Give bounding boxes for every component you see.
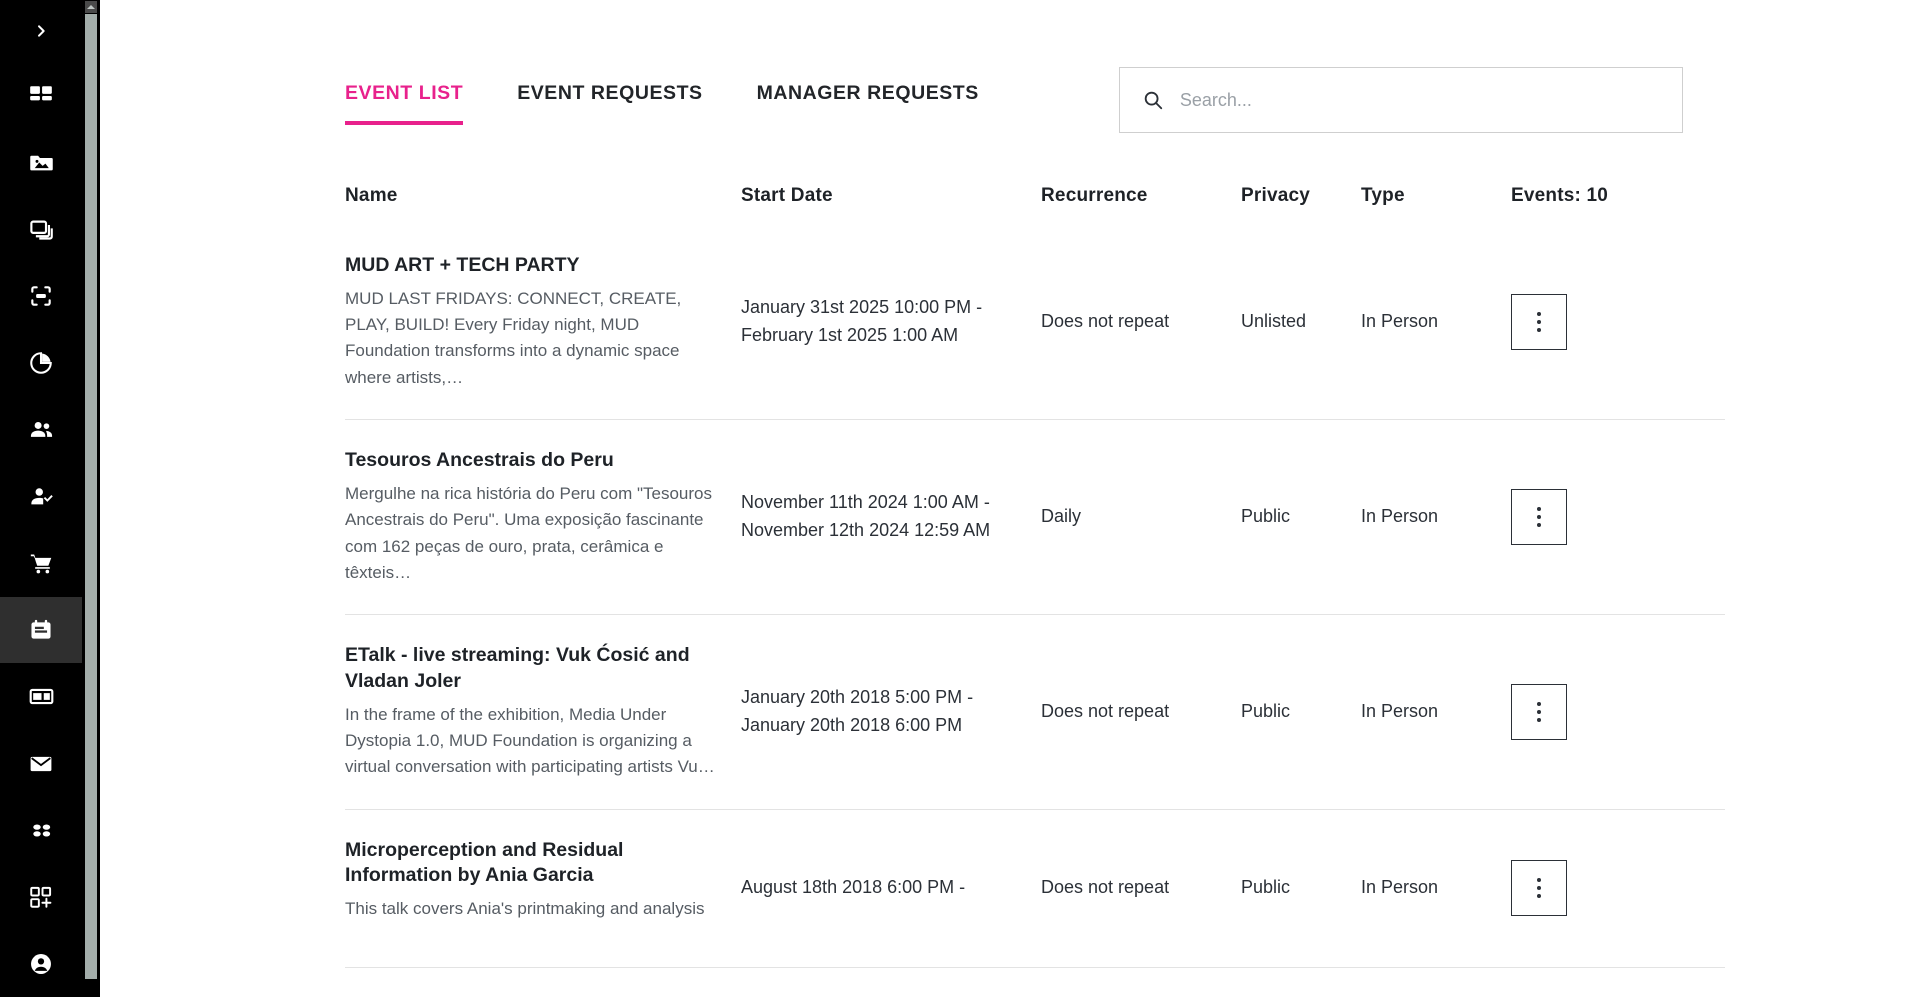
event-privacy: Public bbox=[1241, 506, 1291, 527]
event-actions-cell bbox=[1511, 489, 1681, 546]
event-privacy: Public bbox=[1241, 877, 1291, 898]
sidebar bbox=[0, 0, 82, 997]
toolbar: EVENT LIST EVENT REQUESTS MANAGER REQUESTS bbox=[100, 0, 1906, 133]
add-widget-icon bbox=[28, 884, 54, 910]
sidebar-item-layouts[interactable] bbox=[0, 663, 82, 730]
event-description: Mergulhe na rica história do Peru com "T… bbox=[345, 483, 712, 582]
table-row[interactable]: Tesouros Ancestrais do Peru Mergulhe na r… bbox=[345, 420, 1725, 616]
event-actions-cell bbox=[1511, 683, 1681, 740]
event-title: Tesouros Ancestrais do Peru bbox=[345, 449, 614, 472]
event-actions-cell bbox=[1511, 860, 1681, 917]
event-recurrence: Daily bbox=[1041, 506, 1082, 527]
event-start-date: January 31st 2025 10:00 PM - February 1s… bbox=[741, 297, 983, 346]
main-content: EVENT LIST EVENT REQUESTS MANAGER REQUESTS… bbox=[82, 0, 1906, 997]
column-header-privacy: Privacy bbox=[1241, 185, 1311, 206]
event-name-cell: ETalk - live streaming: Vuk Ćosić and Vl… bbox=[345, 643, 741, 781]
event-description: This talk covers Ania's printmaking and … bbox=[345, 899, 705, 919]
tab-event-list[interactable]: EVENT LIST bbox=[345, 76, 464, 125]
sidebar-item-dashboard[interactable] bbox=[0, 63, 82, 130]
sidebar-item-spaces[interactable] bbox=[0, 263, 82, 330]
sidebar-item-members[interactable] bbox=[0, 396, 82, 463]
table-row[interactable]: MUD ART + TECH PARTY MUD LAST FRIDAYS: CO… bbox=[345, 225, 1725, 421]
sidebar-item-analytics[interactable] bbox=[0, 330, 82, 397]
person-check-icon bbox=[28, 483, 55, 510]
event-type: In Person bbox=[1361, 311, 1439, 332]
event-name-cell: MUD ART + TECH PARTY MUD LAST FRIDAYS: CO… bbox=[345, 253, 741, 391]
event-type: In Person bbox=[1361, 506, 1439, 527]
tab-manager-requests[interactable]: MANAGER REQUESTS bbox=[757, 76, 979, 125]
kebab-menu-icon bbox=[1537, 701, 1541, 722]
card-layout-icon bbox=[28, 683, 55, 710]
page-scrollbar[interactable] bbox=[82, 0, 100, 997]
kebab-menu-icon bbox=[1537, 878, 1541, 899]
table-row[interactable]: Microperception and Residual Information… bbox=[345, 810, 1725, 968]
sidebar-item-apps[interactable] bbox=[0, 864, 82, 931]
event-name-cell: Tesouros Ancestrais do Peru Mergulhe na r… bbox=[345, 448, 741, 586]
calendar-icon bbox=[28, 617, 54, 643]
event-recurrence: Does not repeat bbox=[1041, 311, 1170, 332]
sidebar-item-account[interactable] bbox=[0, 930, 82, 997]
table-header-row: Name Start Date Recurrence Privacy Type … bbox=[345, 185, 1725, 225]
sidebar-item-events[interactable] bbox=[0, 596, 82, 664]
table-body: MUD ART + TECH PARTY MUD LAST FRIDAYS: CO… bbox=[345, 225, 1725, 968]
tab-event-requests[interactable]: EVENT REQUESTS bbox=[517, 76, 702, 125]
sidebar-item-messages[interactable] bbox=[0, 730, 82, 797]
event-title: MUD ART + TECH PARTY bbox=[345, 254, 580, 276]
tab-bar: EVENT LIST EVENT REQUESTS MANAGER REQUESTS bbox=[345, 76, 1033, 125]
column-header-start-date: Start Date bbox=[741, 185, 833, 206]
search-icon bbox=[1142, 89, 1164, 111]
kebab-menu-icon bbox=[1537, 507, 1541, 528]
search-input[interactable] bbox=[1179, 89, 1666, 111]
pie-chart-icon bbox=[28, 350, 54, 376]
shopping-cart-icon bbox=[28, 550, 55, 577]
event-description: In the frame of the exhibition, Media Un… bbox=[345, 704, 715, 777]
people-icon bbox=[28, 416, 55, 443]
row-menu-button[interactable] bbox=[1511, 294, 1567, 351]
dots-grid-icon bbox=[28, 817, 55, 844]
event-start-date: November 11th 2024 1:00 AM - November 12… bbox=[741, 492, 991, 541]
sidebar-item-store[interactable] bbox=[0, 530, 82, 597]
event-privacy: Public bbox=[1241, 701, 1291, 722]
events-table: Name Start Date Recurrence Privacy Type … bbox=[345, 185, 1725, 968]
column-header-type: Type bbox=[1361, 185, 1405, 206]
media-image-icon bbox=[28, 149, 55, 176]
event-title: Microperception and Residual Information… bbox=[345, 838, 624, 887]
search-box[interactable] bbox=[1118, 67, 1683, 133]
event-privacy: Unlisted bbox=[1241, 311, 1307, 332]
table-row[interactable]: ETalk - live streaming: Vuk Ćosić and Vl… bbox=[345, 615, 1725, 810]
column-header-recurrence: Recurrence bbox=[1041, 185, 1148, 206]
row-menu-button[interactable] bbox=[1511, 860, 1567, 917]
scrollbar-thumb[interactable] bbox=[85, 14, 97, 979]
event-type: In Person bbox=[1361, 877, 1439, 898]
mail-icon bbox=[28, 751, 54, 777]
event-start-date: January 20th 2018 5:00 PM - January 20th… bbox=[741, 687, 974, 735]
event-description: MUD LAST FRIDAYS: CONNECT, CREATE, PLAY,… bbox=[345, 288, 682, 387]
kebab-menu-icon bbox=[1537, 312, 1541, 333]
app-root: EVENT LIST EVENT REQUESTS MANAGER REQUESTS… bbox=[0, 0, 1906, 997]
event-recurrence: Does not repeat bbox=[1041, 877, 1170, 898]
sidebar-item-pages[interactable] bbox=[0, 196, 82, 263]
row-menu-button[interactable] bbox=[1511, 683, 1567, 740]
event-title: ETalk - live streaming: Vuk Ćosić and Vl… bbox=[345, 644, 690, 692]
chevron-right-icon bbox=[33, 23, 49, 39]
dashboard-icon bbox=[28, 83, 54, 109]
event-start-date: August 18th 2018 6:00 PM - bbox=[741, 877, 966, 898]
fullscreen-icon bbox=[28, 283, 54, 309]
event-name-cell: Microperception and Residual Information… bbox=[345, 838, 741, 923]
events-count: Events: 10 bbox=[1511, 185, 1609, 206]
sidebar-item-approvals[interactable] bbox=[0, 463, 82, 530]
event-type: In Person bbox=[1361, 701, 1439, 722]
event-recurrence: Does not repeat bbox=[1041, 701, 1170, 722]
account-icon bbox=[28, 951, 54, 977]
column-header-name: Name bbox=[345, 185, 398, 206]
row-menu-button[interactable] bbox=[1511, 489, 1567, 546]
pages-copy-icon bbox=[28, 216, 55, 243]
event-actions-cell bbox=[1511, 294, 1681, 351]
sidebar-item-integrations[interactable] bbox=[0, 797, 82, 864]
sidebar-item-media[interactable] bbox=[0, 130, 82, 197]
sidebar-toggle-button[interactable] bbox=[0, 0, 82, 63]
scrollbar-up-arrow[interactable] bbox=[85, 1, 97, 13]
